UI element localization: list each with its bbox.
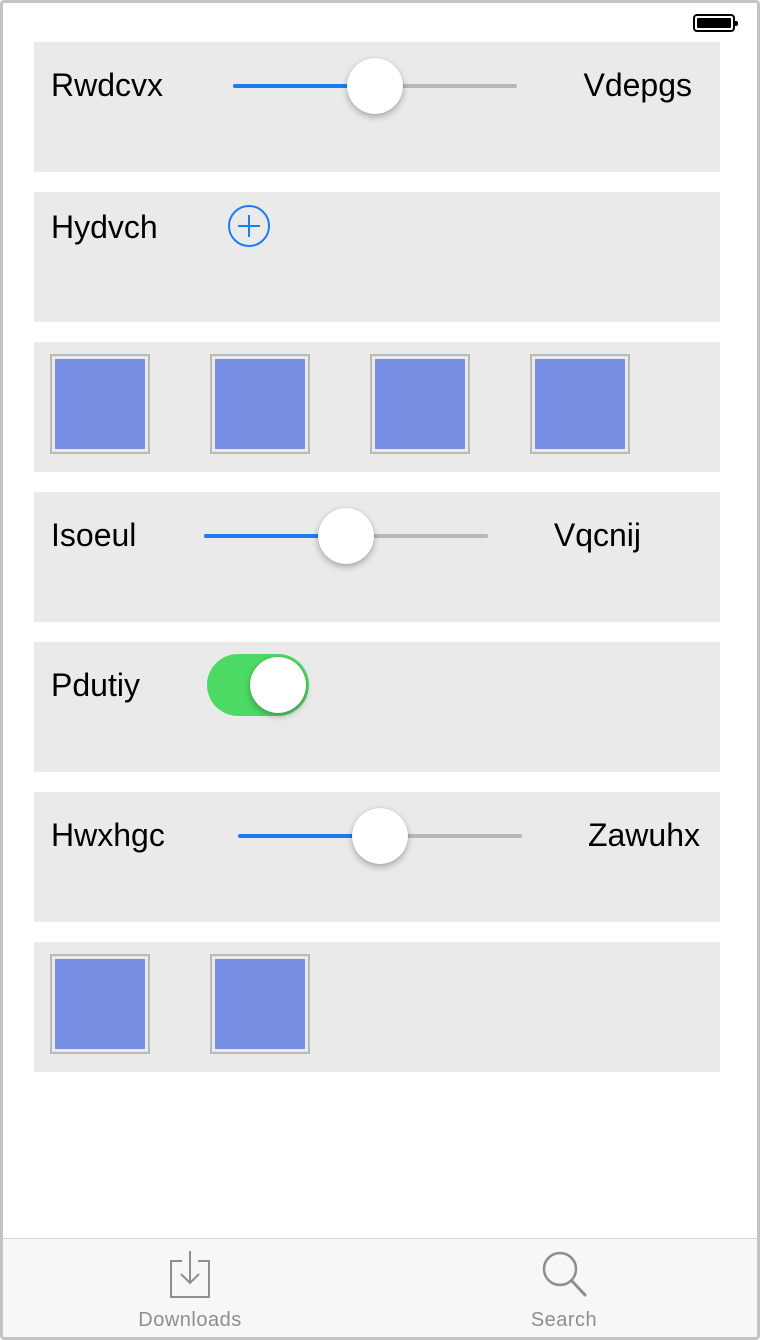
toggle-switch[interactable] bbox=[207, 654, 309, 716]
image-thumbnail[interactable] bbox=[210, 954, 310, 1054]
value-slider[interactable] bbox=[233, 58, 517, 114]
image-thumbnail[interactable] bbox=[210, 354, 310, 454]
add-button[interactable] bbox=[227, 204, 271, 248]
slider-row: Isoeul Vqcnij bbox=[34, 492, 720, 622]
tab-search[interactable]: Search bbox=[464, 1239, 664, 1337]
plus-circle-icon bbox=[228, 205, 270, 247]
add-row-label: Hydvch bbox=[51, 209, 158, 245]
image-thumbnail[interactable] bbox=[50, 954, 150, 1054]
slider-thumb[interactable] bbox=[347, 58, 403, 114]
tab-label: Search bbox=[530, 1309, 598, 1331]
slider-row: Rwdcvx Vdepgs bbox=[34, 42, 720, 172]
magnifier-icon bbox=[542, 1251, 587, 1297]
tab-bar: Downloads Search bbox=[3, 1238, 757, 1337]
toggle-label: Pdutiy bbox=[51, 667, 140, 703]
slider-row: Hwxhgc Zawuhx bbox=[34, 792, 720, 922]
download-tray-icon bbox=[170, 1251, 210, 1298]
slider-max-label: Zawuhx bbox=[587, 817, 700, 853]
slider-min-label: Rwdcvx bbox=[51, 67, 164, 103]
slider-thumb[interactable] bbox=[318, 508, 374, 564]
value-slider[interactable] bbox=[238, 808, 522, 864]
slider-min-label: Hwxhgc bbox=[51, 817, 165, 853]
toggle-knob bbox=[250, 657, 306, 713]
toggle-row: Pdutiy bbox=[34, 642, 720, 772]
status-bar bbox=[3, 3, 757, 43]
value-slider[interactable] bbox=[204, 508, 488, 564]
slider-max-label: Vqcnij bbox=[553, 517, 641, 553]
image-thumbnail[interactable] bbox=[530, 354, 630, 454]
image-row bbox=[34, 342, 720, 472]
image-thumbnail[interactable] bbox=[50, 354, 150, 454]
tab-downloads[interactable]: Downloads bbox=[90, 1239, 290, 1337]
image-row bbox=[34, 942, 720, 1072]
phone-screen: Rwdcvx Vdepgs Hydvch Isoeul Vqcnij Pduti… bbox=[0, 0, 760, 1340]
slider-min-label: Isoeul bbox=[51, 517, 137, 553]
battery-icon bbox=[693, 14, 738, 32]
image-thumbnail[interactable] bbox=[370, 354, 470, 454]
tab-label: Downloads bbox=[138, 1309, 242, 1331]
slider-thumb[interactable] bbox=[352, 808, 408, 864]
add-row: Hydvch bbox=[34, 192, 720, 322]
slider-max-label: Vdepgs bbox=[583, 67, 692, 103]
